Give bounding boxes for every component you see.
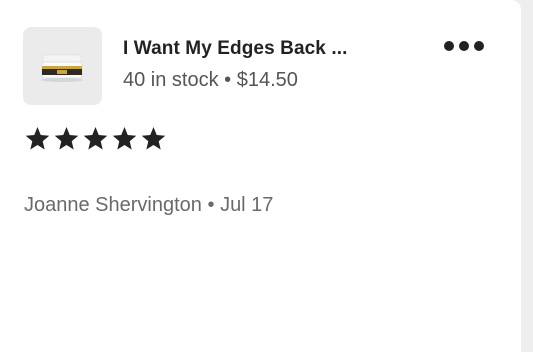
stock-count: 40 in stock (123, 69, 219, 91)
more-options-icon-dot (459, 41, 469, 51)
listing-meta: 40 in stock • $14.50 (123, 69, 298, 92)
product-jar-image (41, 54, 83, 82)
listing-price: $14.50 (236, 69, 298, 91)
listing-title[interactable]: I Want My Edges Back ... (123, 38, 347, 60)
star-icon (83, 126, 108, 152)
more-options-icon (444, 41, 454, 51)
meta-separator: • (224, 69, 232, 91)
star-rating (25, 126, 166, 152)
star-icon (25, 126, 50, 152)
review-date: Jul 17 (220, 194, 274, 216)
more-options-icon-dot (474, 41, 484, 51)
byline-separator: • (207, 194, 215, 216)
star-icon (141, 126, 166, 152)
star-icon (54, 126, 79, 152)
review-byline: Joanne Shervington • Jul 17 (24, 194, 273, 217)
review-card: I Want My Edges Back ... 40 in stock • $… (0, 0, 521, 352)
product-thumbnail[interactable] (23, 27, 102, 105)
more-options-button[interactable] (440, 36, 488, 56)
reviewer-name: Joanne Shervington (24, 194, 202, 216)
star-icon (112, 126, 137, 152)
